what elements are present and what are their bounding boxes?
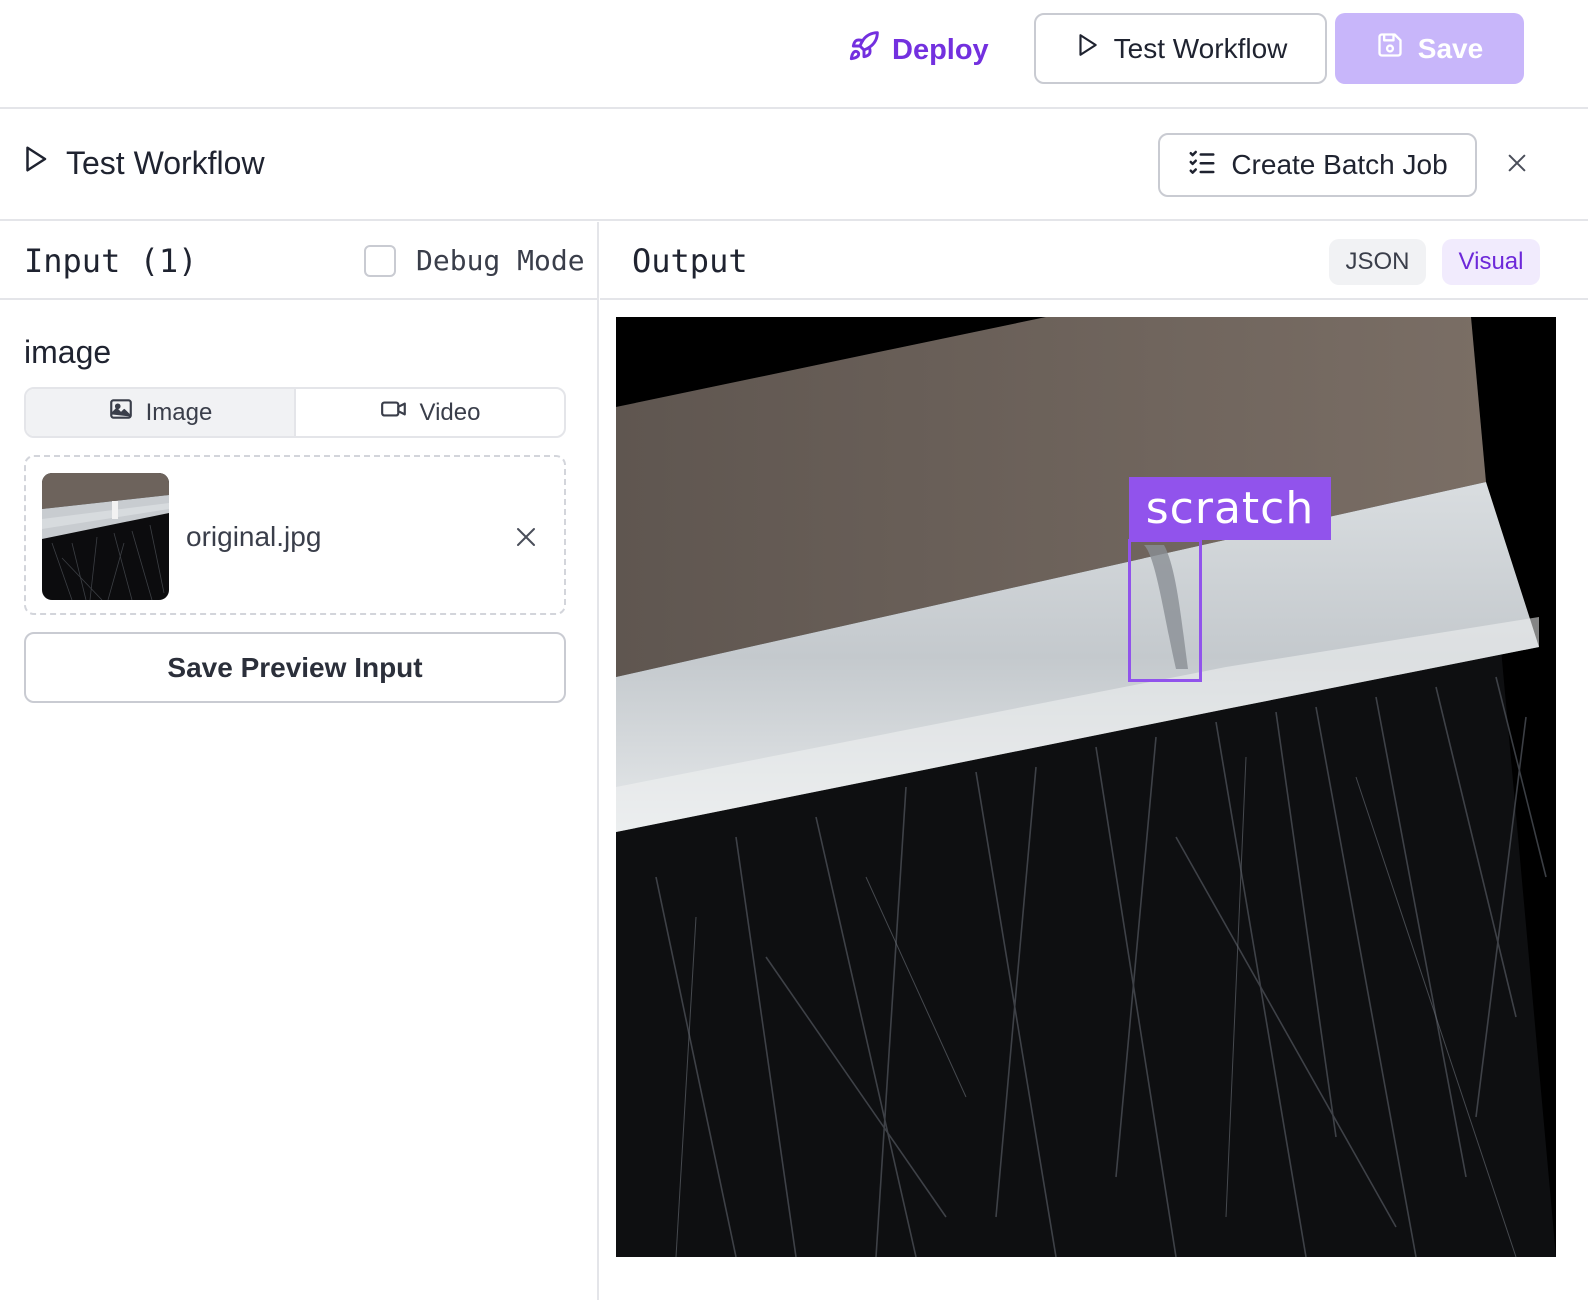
tab-visual[interactable]: Visual <box>1442 239 1540 285</box>
panel-title: Test Workflow <box>20 144 265 182</box>
output-header: Output JSON Visual <box>600 222 1588 300</box>
test-workflow-panel-header: Test Workflow Create Batch Job <box>0 110 1588 221</box>
media-tab-video[interactable]: Video <box>296 389 564 436</box>
debug-mode-checkbox[interactable] <box>364 244 396 277</box>
media-tab-video-label: Video <box>419 398 481 426</box>
floppy-disk-icon <box>1376 31 1404 66</box>
test-workflow-button[interactable]: Test Workflow <box>1034 13 1327 84</box>
save-label: Save <box>1417 32 1484 64</box>
close-icon <box>514 528 538 553</box>
play-icon <box>1074 32 1100 65</box>
media-tab-image[interactable]: Image <box>26 389 296 436</box>
file-thumbnail <box>42 473 169 600</box>
list-checks-icon <box>1187 147 1217 184</box>
uploaded-file-card: original.jpg <box>24 455 566 615</box>
detection-label: scratch <box>1129 477 1331 540</box>
debug-mode-toggle[interactable]: Debug Mode <box>364 244 585 277</box>
create-batch-job-label: Create Batch Job <box>1231 149 1448 180</box>
top-toolbar: Deploy Test Workflow Save <box>0 0 1588 109</box>
save-button[interactable]: Save <box>1335 13 1524 84</box>
test-workflow-label: Test Workflow <box>1113 32 1288 64</box>
input-header: Input (1) Debug Mode <box>0 222 597 300</box>
remove-file-button[interactable] <box>514 525 540 551</box>
debug-mode-label: Debug Mode <box>416 244 585 277</box>
video-icon <box>380 396 408 429</box>
create-batch-job-button[interactable]: Create Batch Job <box>1158 133 1477 197</box>
tab-json[interactable]: JSON <box>1329 239 1426 285</box>
deploy-button[interactable]: Deploy <box>848 24 989 76</box>
output-title: Output <box>632 242 748 280</box>
output-visualization: scratch <box>616 317 1556 1257</box>
rocket-icon <box>848 30 880 70</box>
close-panel-button[interactable] <box>1500 148 1534 182</box>
detection-bounding-box <box>1128 539 1202 682</box>
file-name: original.jpg <box>186 521 322 552</box>
image-field-label: image <box>24 334 112 370</box>
image-icon <box>108 396 134 429</box>
output-column: Output JSON Visual scratch <box>600 222 1588 1300</box>
deploy-label: Deploy <box>892 33 989 66</box>
media-type-selector: Image Video <box>24 387 566 438</box>
input-column: Input (1) Debug Mode image Image Video o… <box>0 222 599 1300</box>
inspected-part-image <box>616 317 1556 1257</box>
panel-title-text: Test Workflow <box>66 144 265 181</box>
play-icon <box>20 144 50 182</box>
media-tab-image-label: Image <box>145 398 213 426</box>
save-preview-input-button[interactable]: Save Preview Input <box>24 632 566 703</box>
close-icon <box>1506 152 1528 179</box>
input-title: Input (1) <box>24 242 198 280</box>
